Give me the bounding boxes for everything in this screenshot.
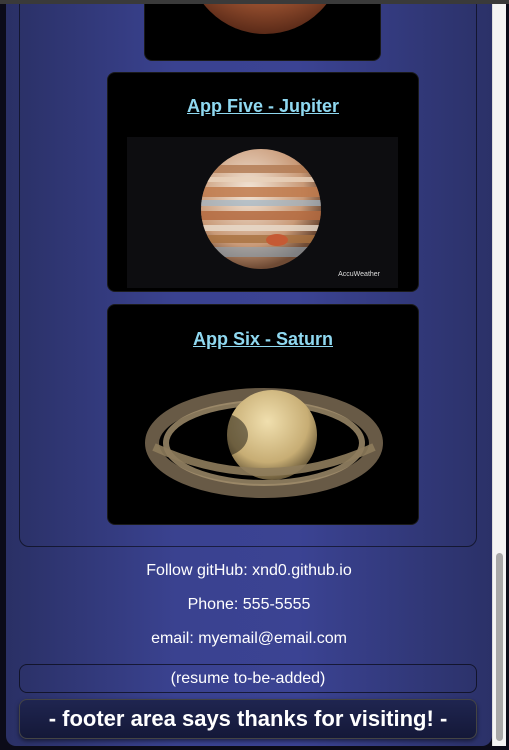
saturn-image[interactable] [128,365,400,515]
footer: - footer area says thanks for visiting! … [19,699,477,739]
app-six-link[interactable]: App Six - Saturn [108,329,418,350]
resume-box: (resume to-be-added) [19,664,477,693]
app-card-mars[interactable] [144,4,381,61]
scrollbar-thumb[interactable] [496,553,503,741]
app-card-jupiter[interactable]: App Five - Jupiter AccuWeather [107,72,419,292]
mars-image[interactable] [185,4,345,38]
app-card-saturn[interactable]: App Six - Saturn [107,304,419,525]
app-five-link[interactable]: App Five - Jupiter [108,96,418,117]
phone-contact: Phone: 555-5555 [187,596,311,613]
image-credit: AccuWeather [338,271,380,278]
email-contact: email: myemail@email.com [151,630,347,647]
jupiter-image[interactable]: AccuWeather [127,137,398,288]
github-contact: Follow gitHub: xnd0.github.io [146,562,352,579]
apps-container: App Five - Jupiter AccuWeather App Six -… [19,4,477,547]
